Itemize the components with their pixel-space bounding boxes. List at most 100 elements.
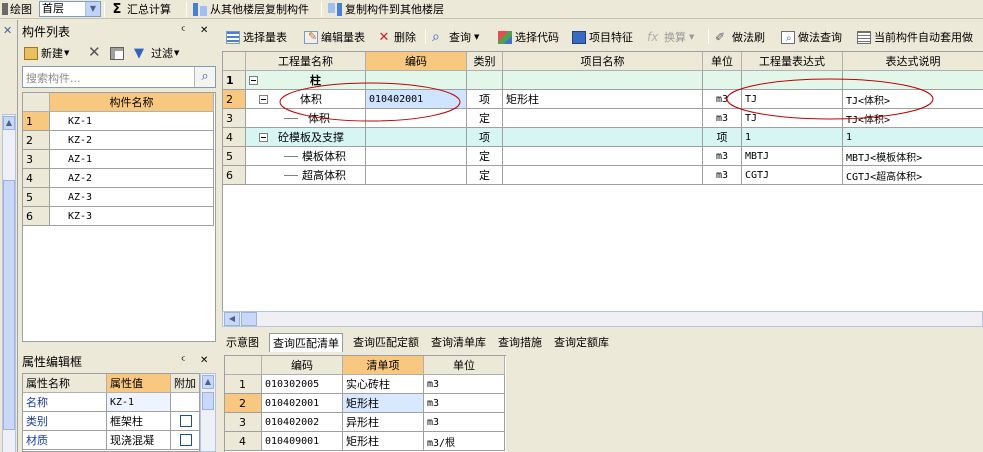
tab-query-match-quota[interactable]: 查询匹配定额 — [350, 333, 422, 350]
copy-from-floor-icon — [193, 2, 207, 16]
table-row[interactable]: 1 柱 — [223, 71, 983, 90]
table-row[interactable]: 2 体积 010402001 项 矩形柱 m3 TJ TJ<体积> — [223, 90, 983, 109]
toolbar-separator — [425, 29, 426, 44]
table-row[interactable]: 5 AZ-3 — [23, 188, 214, 207]
draw-mode-icon — [2, 3, 8, 15]
tab-query-list-library[interactable]: 查询清单库 — [428, 333, 489, 350]
pin-icon[interactable]: ᑦ — [181, 26, 185, 37]
filter-icon: ▼ — [134, 45, 144, 61]
select-code-button[interactable]: 选择代码 — [498, 28, 559, 46]
main-toolbar: 选择量表 ✎ 编辑量表 ✕ 删除 ⌕ 查询 ▼ 选择代码 项目特征 fx 换算 … — [220, 26, 983, 47]
table-row[interactable]: 材质 现浇混凝 — [23, 431, 199, 450]
table-row[interactable]: 3 AZ-1 — [23, 150, 214, 169]
property-grid: 属性名称 属性值 附加 名称 KZ-1 类别 框架柱 材质 现浇混凝 — [22, 373, 200, 452]
scroll-up-icon[interactable]: ▲ — [3, 116, 15, 130]
select-qty-button[interactable]: 选择量表 — [226, 28, 287, 46]
checkbox[interactable] — [179, 415, 192, 427]
table-row[interactable]: 1 010302005 实心砖柱 m3 — [225, 375, 505, 394]
table-row[interactable]: 1 KZ-1 — [23, 112, 214, 131]
main-horizontal-scrollbar[interactable]: ◀ — [222, 311, 983, 327]
grid-header: 构件名称 — [23, 93, 214, 112]
splitter[interactable] — [222, 327, 983, 332]
component-toolbar: 新建 ▼ ✕ ▼ 过滤 ▼ — [22, 42, 216, 62]
tab-query-quota-library[interactable]: 查询定额库 — [551, 333, 612, 350]
copy-from-floor-button[interactable]: 从其他楼层复制构件 — [193, 0, 309, 18]
table-row[interactable]: 2 010402001 矩形柱 m3 — [225, 394, 505, 413]
table-row[interactable]: 4 砼模板及支撑 项 项 1 1 — [223, 128, 983, 147]
collapse-icon[interactable] — [259, 94, 268, 104]
bottom-grid: 编码 清单项 单位 1 010302005 实心砖柱 m3 2 01040200… — [224, 355, 506, 452]
edit-qty-button[interactable]: ✎ 编辑量表 — [304, 28, 365, 46]
delete-icon[interactable]: ✕ — [88, 43, 101, 61]
bottom-tab-bar: 示意图 查询匹配清单 查询匹配定额 查询清单库 查询措施 查询定额库 — [222, 333, 983, 352]
close-icon[interactable]: ✕ — [200, 25, 208, 36]
copy-icon[interactable] — [110, 44, 127, 62]
property-panel: 属性编辑框 ᑦ ✕ 属性名称 属性值 附加 名称 KZ-1 类别 框架柱 材质 … — [19, 352, 218, 452]
collapse-icon[interactable] — [259, 132, 268, 142]
table-row[interactable]: 2 KZ-2 — [23, 131, 214, 150]
chevron-down-icon[interactable]: ▼ — [85, 2, 100, 16]
table-row[interactable]: 4 AZ-2 — [23, 169, 214, 188]
toolbar-separator — [104, 2, 105, 17]
new-icon — [24, 46, 38, 60]
chevron-down-icon: ▼ — [474, 33, 480, 41]
search-input[interactable]: 搜索构件... — [26, 70, 81, 86]
scroll-thumb[interactable] — [241, 312, 257, 326]
table-row[interactable]: 6 KZ-3 — [23, 207, 214, 226]
close-icon[interactable]: ✕ — [200, 355, 208, 366]
left-dock-strip: ✕ ▲ — [0, 20, 18, 452]
delete-button[interactable]: ✕ 删除 — [377, 28, 416, 46]
collapse-icon[interactable] — [249, 75, 258, 85]
chevron-down-icon: ▼ — [689, 33, 695, 41]
floor-select[interactable]: 首层 ▼ — [39, 1, 101, 17]
panel-title: 属性编辑框 — [19, 353, 218, 370]
component-list-panel: 构件列表 ᑦ ✕ 新建 ▼ ✕ ▼ 过滤 ▼ 搜索构件... ⌕ 构件名称 1 … — [19, 20, 218, 350]
magnifier-icon: ⌕ — [432, 28, 440, 45]
code-icon — [498, 30, 512, 44]
query-button[interactable]: ⌕ 查询 ▼ — [432, 28, 479, 46]
dock-scroll-thumb[interactable] — [3, 180, 15, 430]
bottom-grid-area: 编码 清单项 单位 1 010302005 实心砖柱 m3 2 01040200… — [222, 352, 983, 452]
pin-icon[interactable]: ᑦ — [181, 356, 185, 367]
table-row[interactable]: 5 模板体积 定 m3 MBTJ MBTJ<模板体积> — [223, 147, 983, 166]
search-icon[interactable]: ⌕ — [194, 67, 215, 87]
table-row[interactable]: 类别 框架柱 — [23, 412, 199, 431]
edit-icon: ✎ — [304, 30, 318, 44]
table-row[interactable]: 3 体积 定 m3 TJ TJ<体积> — [223, 109, 983, 128]
convert-icon: fx — [647, 29, 659, 44]
grid-header: 属性名称 属性值 附加 — [23, 374, 199, 393]
mode-label: 绘图 — [2, 0, 32, 18]
new-button[interactable]: 新建 ▼ — [24, 44, 69, 62]
toolbar-separator — [321, 2, 322, 17]
sum-calc-button[interactable]: Σ 汇总计算 — [110, 0, 171, 18]
tree-connector — [284, 117, 298, 119]
table-row[interactable]: 6 超高体积 定 m3 CGTJ CGTJ<超高体积> — [223, 166, 983, 185]
filter-button[interactable]: ▼ 过滤 ▼ — [134, 44, 179, 62]
column-header[interactable]: 构件名称 — [50, 93, 214, 112]
component-grid: 构件名称 1 KZ-1 2 KZ-2 3 AZ-1 4 AZ-2 5 AZ-3 … — [22, 92, 216, 342]
sigma-icon: Σ — [112, 1, 122, 17]
copy-to-floor-button[interactable]: 复制构件到其他楼层 — [328, 0, 444, 18]
component-search-box[interactable]: 搜索构件... ⌕ — [22, 66, 216, 88]
auto-apply-button[interactable]: 当前构件自动套用做 — [857, 28, 973, 46]
method-brush-button[interactable]: ✐ 做法刷 — [715, 28, 765, 46]
table-row[interactable]: 4 010409001 矩形柱 m3/根 — [225, 432, 505, 451]
grid-header: 编码 清单项 单位 — [225, 356, 505, 375]
tab-query-match-list[interactable]: 查询匹配清单 — [269, 333, 343, 352]
item-feature-button[interactable]: 项目特征 — [572, 28, 633, 46]
scroll-thumb[interactable] — [202, 392, 214, 410]
method-query-button[interactable]: ⌕ 做法查询 — [781, 28, 842, 46]
table-row[interactable]: 名称 KZ-1 — [23, 393, 199, 412]
toolbar-separator — [186, 2, 187, 17]
chevron-down-icon: ▼ — [174, 49, 180, 57]
scroll-up-icon[interactable]: ▲ — [202, 375, 214, 389]
tab-diagram[interactable]: 示意图 — [223, 333, 262, 350]
table-row[interactable]: 3 010402002 异形柱 m3 — [225, 413, 505, 432]
checkbox[interactable] — [179, 434, 192, 446]
property-scrollbar[interactable]: ▲ — [200, 373, 216, 452]
tab-query-measures[interactable]: 查询措施 — [495, 333, 545, 350]
dock-close-icon[interactable]: ✕ — [3, 24, 12, 37]
scroll-left-icon[interactable]: ◀ — [224, 312, 240, 326]
chevron-down-icon: ▼ — [64, 49, 70, 57]
grid-header: 工程量名称 编码 类别 项目名称 单位 工程量表达式 表达式说明 — [223, 52, 983, 71]
